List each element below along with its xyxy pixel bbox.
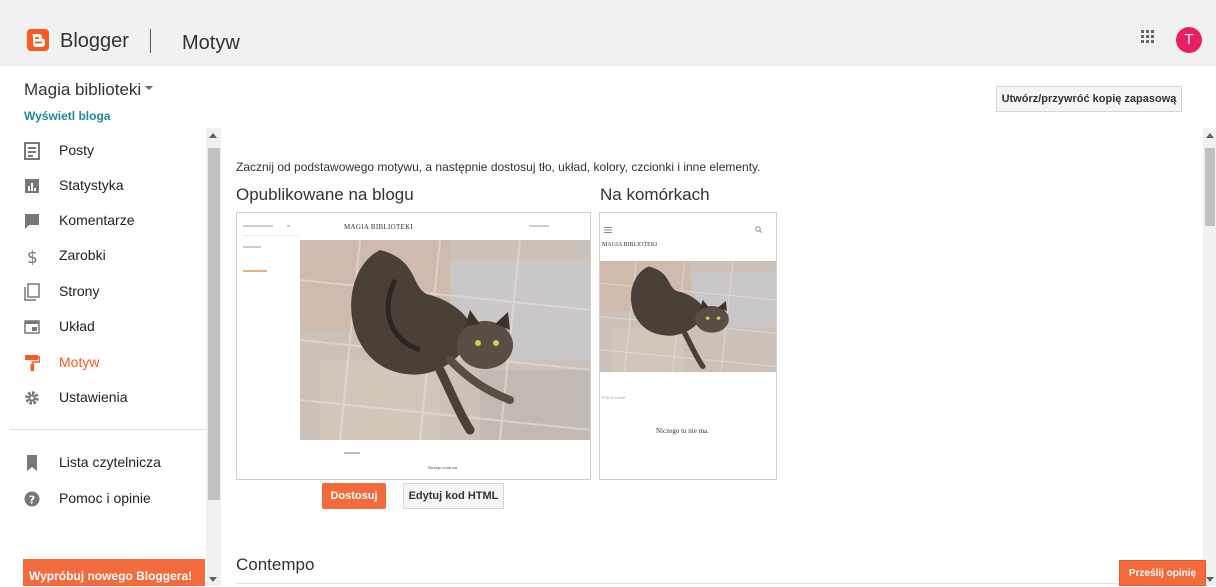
sidebar-item-pages[interactable]: Strony bbox=[0, 278, 205, 308]
scroll-down-icon[interactable] bbox=[209, 577, 217, 582]
edit-html-button[interactable]: Edytuj kod HTML bbox=[403, 483, 504, 509]
layout-icon bbox=[24, 320, 40, 334]
preview-divider bbox=[243, 235, 299, 236]
gear-icon bbox=[25, 391, 39, 405]
mobile-preview[interactable]: MAGIA BIBLIOTEKI POLECANE Niczego tu nie… bbox=[599, 212, 777, 480]
svg-text:?: ? bbox=[29, 494, 35, 507]
theme-group-heading: Contempo bbox=[236, 555, 315, 574]
preview-nav-item bbox=[243, 246, 261, 248]
mobile-preview-empty-text: Niczego tu nie ma. bbox=[656, 427, 709, 435]
preview-empty-text: Niczego tu nie ma. bbox=[428, 465, 459, 470]
sidebar-item-stats[interactable]: Statystyka bbox=[0, 172, 205, 202]
cat-photo bbox=[600, 261, 776, 372]
blog-selector[interactable]: Magia biblioteki bbox=[24, 80, 141, 100]
scroll-up-icon[interactable] bbox=[209, 133, 217, 138]
sidebar-item-label: Statystyka bbox=[59, 177, 124, 193]
send-feedback-button[interactable]: Prześlij opinię bbox=[1119, 560, 1206, 586]
sidebar-item-label: Ustawienia bbox=[59, 389, 128, 405]
view-blog-link[interactable]: Wyświetl bloga bbox=[24, 109, 110, 123]
hamburger-icon bbox=[604, 227, 612, 233]
customize-button[interactable]: Dostosuj bbox=[322, 483, 386, 509]
try-new-blogger-button[interactable]: Wypróbuj nowego Bloggera! bbox=[23, 559, 205, 586]
preview-nav-caret bbox=[287, 225, 290, 227]
chevron-down-icon[interactable] bbox=[145, 86, 153, 90]
mobile-preview-label: POLECANE bbox=[602, 395, 627, 400]
desktop-preview[interactable]: MAGIA BIBLIOTEKI Niczego tu nie ma. bbox=[236, 212, 591, 480]
sidebar-item-label: Lista czytelnicza bbox=[59, 454, 161, 470]
svg-text:$: $ bbox=[27, 248, 38, 265]
sidebar-item-reading-list[interactable]: Lista czytelnicza bbox=[0, 449, 205, 479]
section-divider bbox=[236, 583, 1203, 584]
preview-blog-title: MAGIA BIBLIOTEKI bbox=[344, 223, 414, 231]
published-heading: Opublikowane na blogu bbox=[236, 185, 414, 204]
preview-link bbox=[243, 270, 267, 272]
avatar[interactable]: T bbox=[1176, 27, 1202, 53]
scroll-up-icon[interactable] bbox=[1206, 133, 1214, 138]
preview-search bbox=[529, 225, 549, 227]
apps-grid-icon[interactable] bbox=[1141, 30, 1155, 44]
sidebar-item-comments[interactable]: Komentarze bbox=[0, 207, 205, 237]
theme-intro-text: Zacznij od podstawowego motywu, a następ… bbox=[236, 160, 761, 174]
sidebar-item-settings[interactable]: Ustawienia bbox=[0, 384, 205, 414]
sidebar-item-label: Zarobki bbox=[59, 247, 106, 263]
help-icon: ? bbox=[24, 491, 40, 507]
sidebar-item-label: Komentarze bbox=[59, 212, 135, 228]
stats-icon bbox=[25, 179, 39, 193]
sidebar-item-label: Strony bbox=[59, 283, 100, 299]
preview-section-label bbox=[344, 452, 360, 454]
sidebar-item-label: Pomoc i opinie bbox=[59, 490, 151, 506]
paint-roller-icon bbox=[25, 355, 40, 371]
blogger-logo-icon[interactable] bbox=[27, 29, 49, 51]
bookmark-icon bbox=[27, 455, 37, 471]
dollar-icon: $ bbox=[27, 248, 38, 265]
scroll-down-icon[interactable] bbox=[1206, 577, 1214, 582]
sidebar-item-label: Posty bbox=[59, 142, 95, 158]
sidebar-item-label: Motyw bbox=[59, 354, 100, 370]
search-icon bbox=[755, 226, 762, 233]
pages-icon bbox=[24, 283, 40, 301]
preview-nav-item bbox=[243, 225, 273, 227]
mobile-heading: Na komórkach bbox=[600, 185, 710, 204]
sidebar-scrollbar-thumb[interactable] bbox=[208, 148, 220, 500]
mobile-preview-title: MAGIA BIBLIOTEKI bbox=[602, 242, 658, 248]
title-separator bbox=[150, 29, 151, 53]
sidebar-item-earnings[interactable]: $ Zarobki bbox=[0, 242, 205, 272]
page-title: Motyw bbox=[182, 32, 240, 54]
app-name[interactable]: Blogger bbox=[60, 30, 129, 53]
sidebar-item-help[interactable]: ? Pomoc i opinie bbox=[0, 485, 205, 515]
sidebar-item-posts[interactable]: Posty bbox=[0, 137, 205, 167]
sidebar-divider bbox=[10, 429, 206, 430]
cat-photo bbox=[300, 240, 590, 440]
sidebar-item-label: Układ bbox=[59, 318, 95, 334]
sidebar-item-theme[interactable]: Motyw bbox=[0, 349, 205, 379]
main-scrollbar-thumb[interactable] bbox=[1205, 148, 1215, 226]
top-bar: Blogger Motyw T bbox=[0, 0, 1216, 66]
comments-icon bbox=[25, 214, 39, 229]
backup-restore-button[interactable]: Utwórz/przywróć kopię zapasową bbox=[996, 86, 1182, 112]
sidebar-item-layout[interactable]: Układ bbox=[0, 313, 205, 343]
posts-icon bbox=[24, 142, 40, 160]
